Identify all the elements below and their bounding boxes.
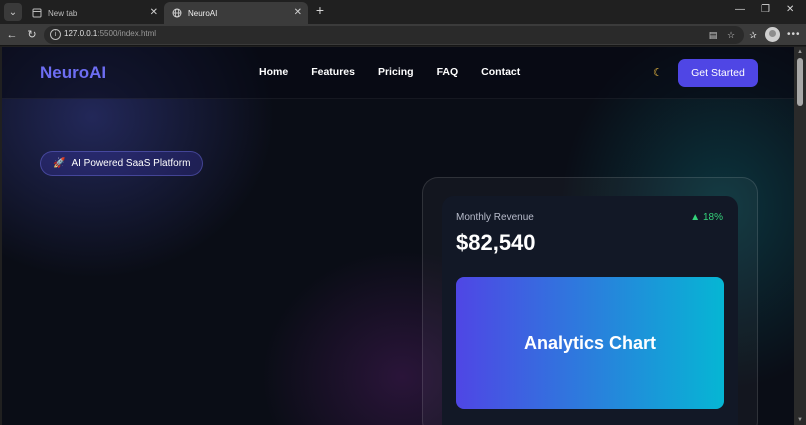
scroll-down-icon[interactable]: ▼ xyxy=(797,417,803,423)
analytics-chart-placeholder: Analytics Chart xyxy=(456,277,724,409)
more-icon[interactable]: ••• xyxy=(787,29,801,40)
moon-icon[interactable]: ☾ xyxy=(653,66,663,79)
page-viewport: NeuroAI Home Features Pricing FAQ Contac… xyxy=(2,47,794,425)
nav-features[interactable]: Features xyxy=(311,66,355,78)
browser-tab-bar: ⌄ New tab ✕ NeuroAI ✕ + — ❐ ✕ xyxy=(0,0,806,24)
nav-pricing[interactable]: Pricing xyxy=(378,66,414,78)
tab-label: New tab xyxy=(48,8,78,18)
nav-faq[interactable]: FAQ xyxy=(437,66,459,78)
maximize-icon[interactable]: ❐ xyxy=(761,4,770,15)
revenue-label: Monthly Revenue xyxy=(456,212,534,223)
new-tab-page-icon xyxy=(32,8,42,18)
address-bar: ← ↻ i 127.0.0.1:5500/index.html ▤ ☆ ✰ ••… xyxy=(0,24,806,46)
nav-home[interactable]: Home xyxy=(259,66,288,78)
url-path: :5500/index.html xyxy=(97,29,157,38)
main-nav: Home Features Pricing FAQ Contact xyxy=(259,66,543,78)
window-close-icon[interactable]: ✕ xyxy=(786,4,794,15)
revenue-card-frame: Monthly Revenue ▲ 18% $82,540 Analytics … xyxy=(422,177,758,425)
minimize-icon[interactable]: — xyxy=(735,4,745,15)
back-icon[interactable]: ← xyxy=(4,27,20,43)
scroll-up-icon[interactable]: ▲ xyxy=(797,49,803,55)
close-icon[interactable]: ✕ xyxy=(294,7,302,18)
reader-icon[interactable]: ▤ xyxy=(706,28,720,42)
site-header: NeuroAI Home Features Pricing FAQ Contac… xyxy=(2,47,794,99)
page-scrollbar[interactable]: ▲ ▼ xyxy=(794,47,806,425)
hero-badge: 🚀 AI Powered SaaS Platform xyxy=(40,151,204,176)
tab-list-icon[interactable]: ⌄ xyxy=(4,3,22,21)
tab-new-tab[interactable]: New tab ✕ xyxy=(24,2,164,24)
globe-icon xyxy=(172,8,182,18)
favorites-icon[interactable]: ✰ xyxy=(746,28,760,42)
close-icon[interactable]: ✕ xyxy=(150,7,158,18)
hero-badge-label: AI Powered SaaS Platform xyxy=(71,158,191,169)
revenue-change: ▲ 18% xyxy=(690,212,723,223)
site-logo[interactable]: NeuroAI xyxy=(40,63,106,83)
tab-neuroai[interactable]: NeuroAI ✕ xyxy=(164,2,308,24)
url-text[interactable]: 127.0.0.1:5500/index.html xyxy=(64,29,156,38)
url-host: 127.0.0.1 xyxy=(64,29,98,38)
reload-icon[interactable]: ↻ xyxy=(24,27,40,43)
tab-label: NeuroAI xyxy=(188,8,218,18)
url-field[interactable]: i 127.0.0.1:5500/index.html ▤ ☆ xyxy=(44,26,744,44)
favorite-icon[interactable]: ☆ xyxy=(724,28,738,42)
profile-icon[interactable] xyxy=(765,27,780,42)
revenue-value: $82,540 xyxy=(456,230,536,255)
rocket-icon: 🚀 xyxy=(53,158,66,169)
get-started-button[interactable]: Get Started xyxy=(678,59,758,87)
site-info-icon[interactable]: i xyxy=(50,29,61,40)
nav-contact[interactable]: Contact xyxy=(481,66,520,78)
new-tab-icon[interactable]: + xyxy=(312,3,328,19)
scrollbar-thumb[interactable] xyxy=(797,58,803,106)
revenue-card: Monthly Revenue ▲ 18% $82,540 Analytics … xyxy=(442,196,738,425)
analytics-chart-label: Analytics Chart xyxy=(523,332,657,353)
